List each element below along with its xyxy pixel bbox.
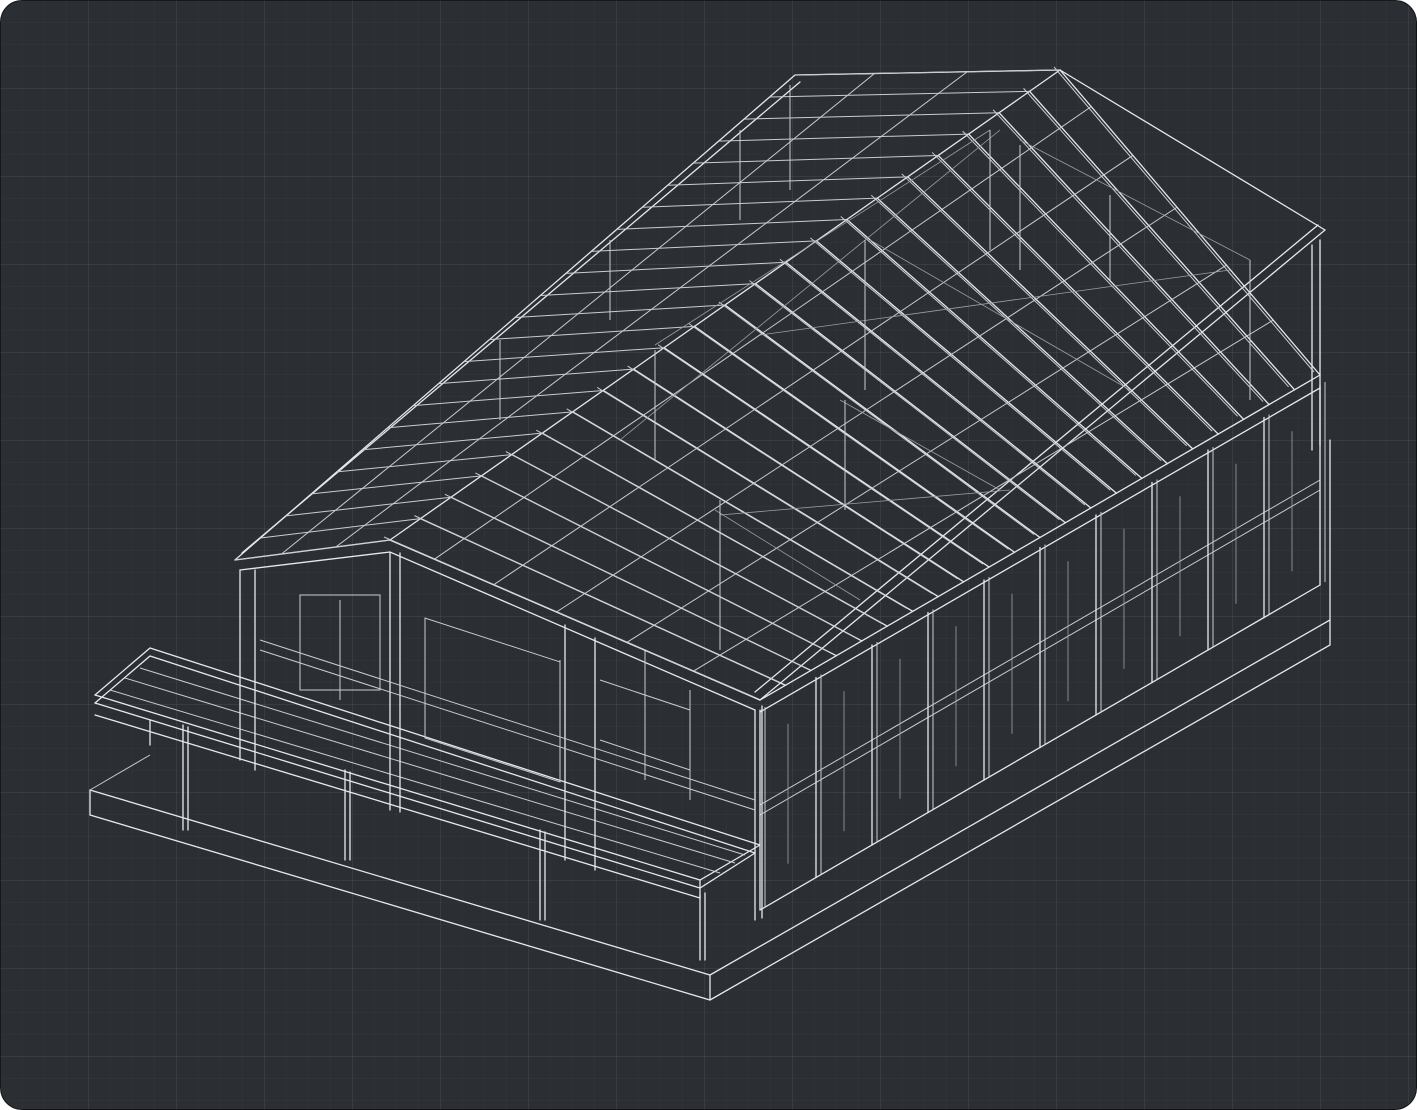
canopy-posts: [149, 719, 706, 961]
roof-rafter: [1028, 90, 1296, 391]
roof-rafter-left: [565, 261, 786, 274]
roof-rafter: [1053, 66, 1315, 373]
roof-rafter-left: [642, 197, 878, 208]
roof-rafter: [602, 389, 939, 598]
roof-rafter-left: [438, 368, 634, 385]
roof-rafter-left: [489, 325, 695, 341]
roof-rafter-left: [718, 133, 969, 142]
roof-rafter-left: [413, 389, 604, 407]
roof-purlin: [626, 264, 1227, 643]
roof-rafter-left: [514, 304, 726, 318]
roof-rafter: [810, 237, 1111, 491]
front-gable-wall: [234, 539, 763, 921]
roof-rafter: [1059, 69, 1321, 376]
roof-rafter: [596, 387, 933, 595]
roof-rafter-left: [285, 496, 451, 517]
roof-purlin: [556, 206, 1178, 613]
roof-rafter-left: [591, 240, 817, 252]
roof-rafter: [566, 408, 907, 609]
roof-rafter-left: [387, 411, 573, 429]
roof-rafter: [1023, 88, 1289, 388]
rear-gable-frame: [499, 85, 1251, 650]
roof-purlin-left: [281, 73, 875, 555]
front-canopy: [94, 647, 761, 899]
roof-rafter-left: [616, 219, 847, 230]
roof-rafter: [870, 194, 1162, 462]
blueprint-canvas: [0, 0, 1417, 1110]
roof-rafter-left: [362, 432, 543, 451]
roof-purlin: [693, 319, 1274, 672]
roof-rafter-left: [794, 69, 1061, 76]
roof-purlins: [281, 71, 1274, 672]
roof-rafter-left: [744, 112, 1000, 120]
roof-rafter-left: [540, 283, 756, 296]
roof-purlin-left: [335, 71, 968, 548]
roof-rafter: [840, 216, 1137, 476]
roof-rafter-left: [667, 176, 908, 186]
roof-rafter-left: [769, 90, 1030, 98]
roof-rafter-left: [693, 154, 939, 164]
roof-rafter-left: [234, 539, 391, 561]
building-wireframe-drawing: [89, 66, 1331, 1001]
roof-outline: [234, 69, 1326, 701]
roof-rafter-left: [311, 475, 482, 495]
roof-rafter-left: [336, 454, 512, 473]
roof-rafter-left: [464, 347, 665, 363]
